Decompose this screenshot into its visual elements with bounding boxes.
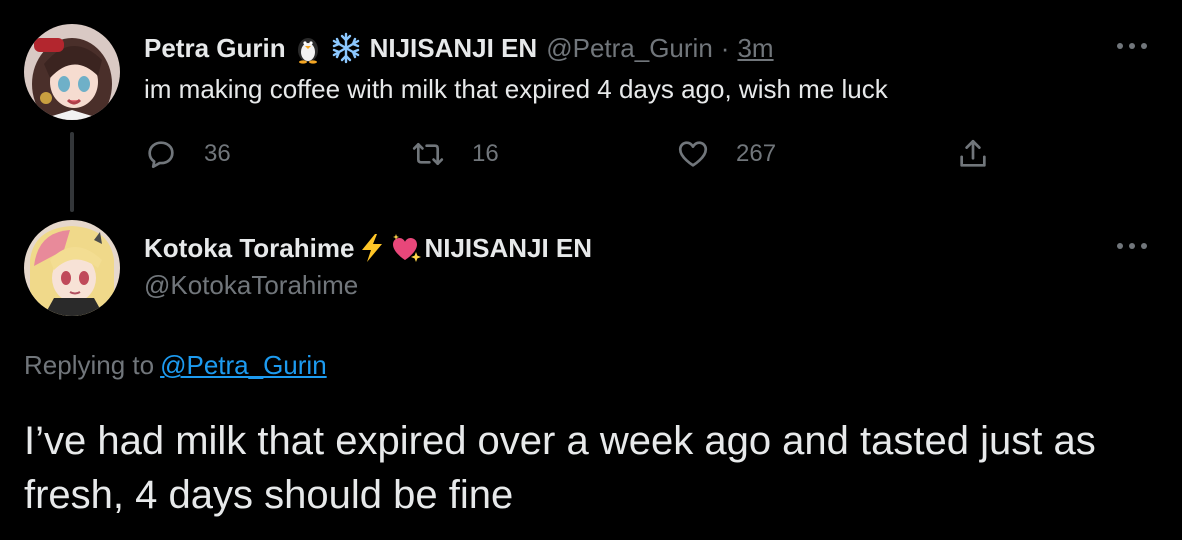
sparkling-heart-icon [390,232,422,264]
more-dot [1141,43,1147,49]
reply-button[interactable]: 36 [144,134,231,174]
retweet-count: 16 [472,140,499,167]
reply-count: 36 [204,140,231,167]
like-count: 267 [736,140,777,167]
tweet-petra[interactable]: Petra Gurin NIJISANJI EN @Petra_Gurin · … [0,0,1182,212]
tweet-text: im making coffee with milk that expired … [144,74,888,104]
more-options-button[interactable] [1112,36,1152,56]
more-dot [1141,243,1147,249]
retweet-icon [412,142,444,166]
replying-prefix: Replying to [24,350,155,380]
author-handle[interactable]: @Petra_Gurin [546,33,713,64]
more-dot [1117,43,1123,49]
more-options-button[interactable] [1112,236,1152,256]
more-dot [1117,243,1123,249]
author-org: NIJISANJI EN [424,232,593,263]
lightning-icon [356,232,388,264]
tweet-timestamp[interactable]: 3m [737,33,773,64]
author-name[interactable]: Kotoka Torahime [144,233,354,264]
snowflake-icon [330,32,362,64]
replying-to-line: Replying to @Petra_Gurin [24,350,327,381]
thread-connector-line [70,132,74,212]
replying-to-mention-link[interactable]: @Petra_Gurin [160,350,327,380]
author-org: NIJISANJI EN [369,32,538,63]
penguin-icon [292,32,324,64]
more-dot [1129,43,1135,49]
avatar-petra[interactable] [24,24,120,120]
tweet-header-kotoka: Kotoka Torahime NIJISANJI EN [144,228,592,268]
separator-dot: · [720,32,730,63]
tweet-actions: 36 16 267 [144,134,1004,174]
avatar-kotoka[interactable] [24,220,120,316]
tweet-thread: Petra Gurin NIJISANJI EN @Petra_Gurin · … [0,0,1182,540]
reply-icon [148,141,174,169]
heart-icon [678,141,708,167]
tweet-text: I’ve had milk that expired over a week a… [24,419,1096,517]
more-dot [1129,243,1135,249]
share-icon [960,139,986,167]
share-button[interactable] [956,134,990,174]
author-handle[interactable]: @KotokaTorahime [144,270,358,301]
like-button[interactable]: 267 [676,134,776,174]
author-name[interactable]: Petra Gurin [144,33,286,64]
retweet-button[interactable]: 16 [410,134,499,174]
tweet-header: Petra Gurin NIJISANJI EN @Petra_Gurin · … [144,28,774,68]
